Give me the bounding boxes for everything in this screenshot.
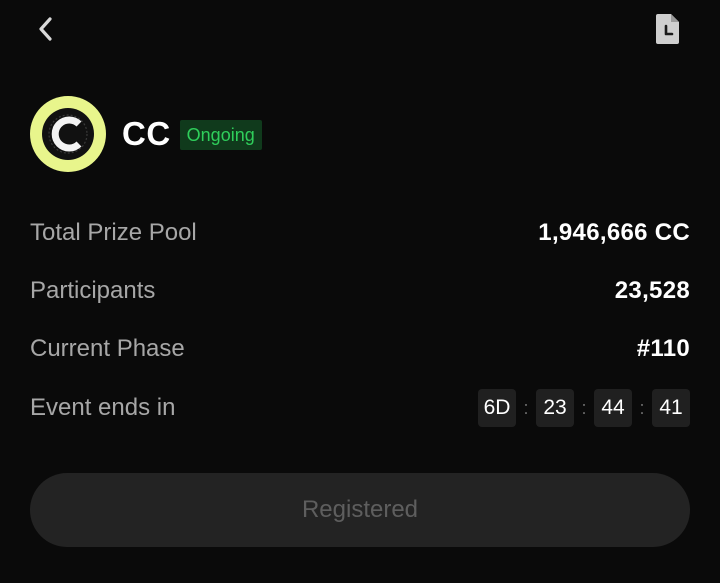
participants-label: Participants — [30, 277, 156, 304]
history-button[interactable] — [648, 12, 686, 50]
event-ends-label: Event ends in — [30, 394, 176, 421]
prize-pool-value: 1,946,666 CC — [538, 219, 690, 246]
event-ends-row: Event ends in 6D : 23 : 44 : 41 — [30, 388, 690, 428]
cc-logo-icon — [42, 108, 94, 160]
prize-pool-label: Total Prize Pool — [30, 219, 197, 246]
countdown-days: 6D — [478, 389, 516, 427]
token-logo — [30, 96, 106, 172]
countdown-separator: : — [639, 397, 645, 418]
phase-label: Current Phase — [30, 335, 185, 362]
countdown-timer: 6D : 23 : 44 : 41 — [478, 389, 690, 427]
countdown-hours: 23 — [536, 389, 574, 427]
countdown-separator: : — [581, 397, 587, 418]
phase-value: #110 — [636, 335, 690, 362]
participants-value: 23,528 — [614, 277, 690, 304]
registered-button[interactable]: Registered — [30, 473, 690, 547]
token-header: CC Ongoing — [30, 96, 262, 172]
countdown-separator: : — [523, 397, 529, 418]
status-badge: Ongoing — [179, 120, 262, 150]
token-name: CC — [122, 115, 171, 152]
phase-row: Current Phase #110 — [30, 329, 690, 369]
countdown-seconds: 41 — [652, 389, 690, 427]
back-button[interactable] — [28, 14, 62, 48]
participants-row: Participants 23,528 — [30, 271, 690, 311]
countdown-minutes: 44 — [594, 389, 632, 427]
document-clock-icon — [652, 12, 682, 51]
prize-pool-row: Total Prize Pool 1,946,666 CC — [30, 213, 690, 253]
chevron-left-icon — [34, 14, 56, 49]
